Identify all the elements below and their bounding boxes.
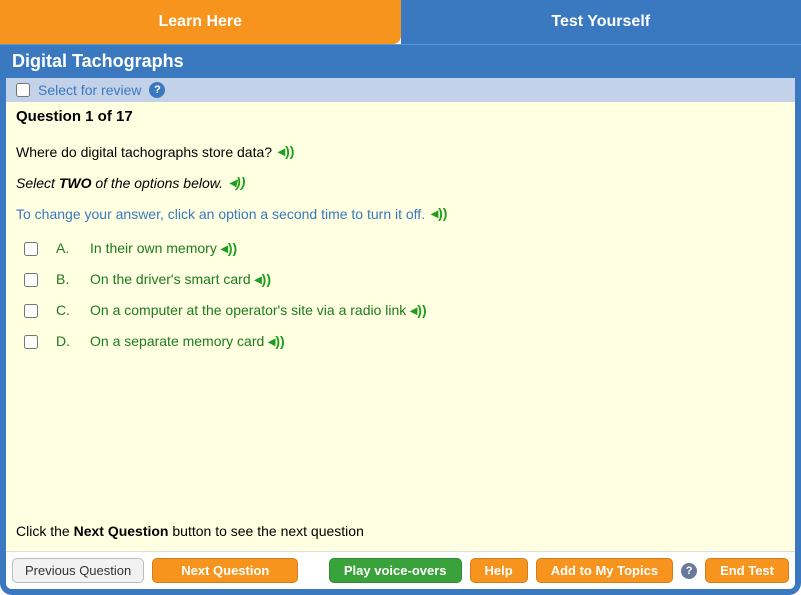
- footer-hint: Click the Next Question button to see th…: [16, 519, 785, 547]
- option-checkbox[interactable]: [24, 273, 38, 287]
- audio-icon[interactable]: ◂)): [278, 143, 294, 160]
- option-b[interactable]: B. On the driver's smart card ◂)): [16, 271, 785, 288]
- footer-hint-prefix: Click the: [16, 523, 74, 539]
- button-bar: Previous Question Next Question Play voi…: [6, 551, 795, 589]
- instruction-row: Select TWO of the options below. ◂)): [16, 174, 785, 191]
- audio-icon[interactable]: ◂)): [410, 302, 426, 319]
- option-checkbox[interactable]: [24, 242, 38, 256]
- options-list: A. In their own memory ◂)) B. On the dri…: [16, 240, 785, 350]
- option-checkbox[interactable]: [24, 304, 38, 318]
- review-help-icon[interactable]: ?: [149, 82, 165, 98]
- add-to-topics-button[interactable]: Add to My Topics: [536, 558, 673, 583]
- instruction-prefix: Select: [16, 175, 59, 191]
- option-text: On a separate memory card: [90, 333, 264, 349]
- question-text: Where do digital tachographs store data?: [16, 144, 272, 160]
- tab-bar: Learn Here Test Yourself: [0, 0, 801, 44]
- change-hint-row: To change your answer, click an option a…: [16, 205, 785, 222]
- help-button[interactable]: Help: [470, 558, 528, 583]
- option-a[interactable]: A. In their own memory ◂)): [16, 240, 785, 257]
- audio-icon[interactable]: ◂)): [255, 271, 271, 288]
- audio-icon[interactable]: ◂)): [431, 205, 447, 222]
- content-spacer: [16, 350, 785, 519]
- tab-learn-here[interactable]: Learn Here: [0, 0, 401, 44]
- instruction-bold: TWO: [59, 175, 92, 191]
- question-text-row: Where do digital tachographs store data?…: [16, 143, 785, 160]
- option-text: On a computer at the operator's site via…: [90, 302, 406, 318]
- main-panel: Select for review ? Question 1 of 17 Whe…: [0, 78, 801, 595]
- option-text: On the driver's smart card: [90, 271, 251, 287]
- audio-icon[interactable]: ◂)): [221, 240, 237, 257]
- change-hint: To change your answer, click an option a…: [16, 206, 425, 222]
- question-number: Question 1 of 17: [16, 108, 785, 125]
- option-text: In their own memory: [90, 240, 217, 256]
- instruction-suffix: of the options below.: [91, 175, 223, 191]
- review-checkbox[interactable]: [16, 83, 30, 97]
- audio-icon[interactable]: ◂)): [268, 333, 284, 350]
- review-bar: Select for review ?: [6, 78, 795, 102]
- option-d[interactable]: D. On a separate memory card ◂)): [16, 333, 785, 350]
- option-letter: A.: [56, 240, 72, 256]
- option-checkbox[interactable]: [24, 335, 38, 349]
- next-question-button[interactable]: Next Question: [152, 558, 298, 583]
- question-content: Question 1 of 17 Where do digital tachog…: [6, 102, 795, 551]
- footer-help-icon[interactable]: ?: [681, 563, 697, 579]
- section-title: Digital Tachographs: [0, 44, 801, 78]
- footer-hint-suffix: button to see the next question: [168, 523, 363, 539]
- option-letter: D.: [56, 333, 72, 349]
- tab-test-yourself[interactable]: Test Yourself: [401, 0, 801, 44]
- app-container: Learn Here Test Yourself Digital Tachogr…: [0, 0, 801, 595]
- footer-hint-bold: Next Question: [74, 523, 169, 539]
- previous-question-button[interactable]: Previous Question: [12, 558, 144, 583]
- audio-icon[interactable]: ◂)): [229, 174, 245, 191]
- review-label: Select for review: [38, 82, 141, 98]
- play-voiceovers-button[interactable]: Play voice-overs: [329, 558, 462, 583]
- option-letter: B.: [56, 271, 72, 287]
- option-letter: C.: [56, 302, 72, 318]
- end-test-button[interactable]: End Test: [705, 558, 789, 583]
- option-c[interactable]: C. On a computer at the operator's site …: [16, 302, 785, 319]
